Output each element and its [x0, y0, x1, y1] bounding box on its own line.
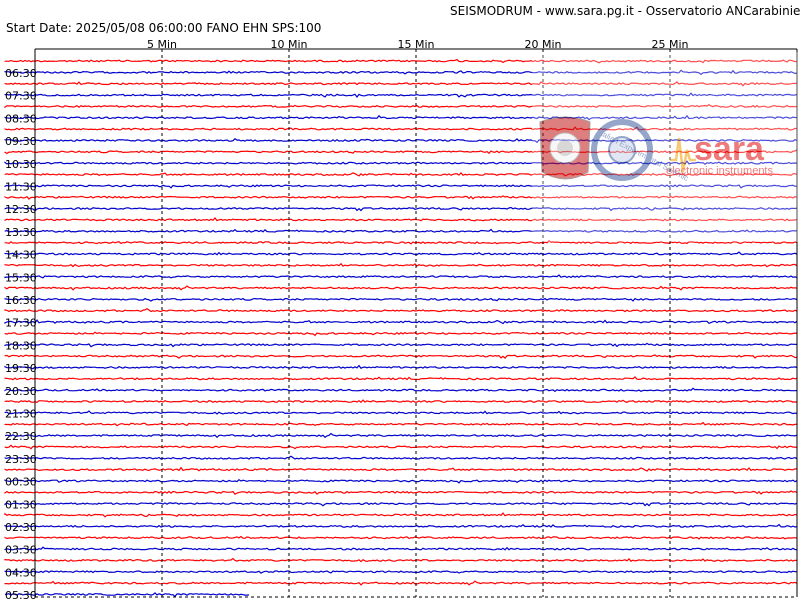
row-label-5: 10:30: [5, 158, 37, 171]
trace-line-24: [4, 331, 798, 337]
row-label-10: 15:30: [5, 271, 37, 284]
row-label-20: 01:30: [5, 498, 37, 511]
trace-line-29: [4, 387, 798, 393]
row-label-17: 22:30: [5, 430, 37, 443]
row-label-9: 14:30: [5, 249, 37, 262]
row-label-7: 12:30: [5, 203, 37, 216]
sara-watermark: sara electronic instruments Italian Expe…: [532, 52, 798, 242]
row-label-13: 18:30: [5, 339, 37, 352]
x-tick-label-5: 25 Min: [651, 38, 688, 51]
trace-line-25: [4, 342, 798, 348]
trace-line-45: [4, 570, 798, 574]
row-label-1: 06:30: [5, 67, 37, 80]
trace-line-38: [4, 490, 798, 495]
trace-line-22: [4, 307, 798, 313]
trace-line-43: [4, 546, 798, 551]
trace-line-37: [4, 478, 798, 484]
carabinieri-shield-icon: [539, 116, 591, 180]
row-label-23: 04:30: [5, 566, 37, 579]
trace-line-31: [4, 410, 798, 415]
trace-line-34: [4, 444, 798, 450]
row-label-21: 02:30: [5, 521, 37, 534]
trace-line-39: [4, 502, 798, 507]
trace-line-33: [4, 432, 798, 439]
row-label-14: 19:30: [5, 362, 37, 375]
trace-line-35: [4, 455, 798, 460]
x-tick-label-2: 10 Min: [270, 38, 307, 51]
row-label-22: 03:30: [5, 544, 37, 557]
row-label-4: 09:30: [5, 135, 37, 148]
trace-line-17: [4, 251, 798, 256]
row-label-8: 13:30: [5, 226, 37, 239]
trace-line-23: [4, 319, 798, 325]
row-label-18: 23:30: [5, 453, 37, 466]
row-label-24: 05:30: [5, 589, 37, 600]
row-label-6: 11:30: [5, 181, 37, 194]
trace-line-19: [4, 274, 798, 279]
row-label-19: 00:30: [5, 476, 37, 489]
trace-line-32: [4, 421, 798, 427]
row-label-11: 16:30: [5, 294, 37, 307]
row-label-12: 17:30: [5, 317, 37, 330]
x-tick-label-1: 5 Min: [147, 38, 177, 51]
row-label-15: 20:30: [5, 385, 37, 398]
x-tick-label-4: 20 Min: [524, 38, 561, 51]
trace-line-26: [4, 354, 798, 359]
trace-line-46: [4, 580, 798, 586]
trace-line-44: [4, 557, 798, 563]
trace-line-28: [4, 376, 798, 381]
seismogram-drum: 5 Min 10 Min 15 Min 20 Min 25 Min 06:30 07:30…: [4, 38, 798, 600]
row-label-16: 21:30: [5, 408, 37, 421]
watermark-brand: sara: [694, 130, 765, 168]
trace-line-20: [4, 285, 798, 291]
trace-line-27: [4, 364, 798, 370]
trace-line-21: [4, 297, 798, 302]
trace-line-18: [4, 262, 798, 268]
x-tick-label-3: 15 Min: [397, 38, 434, 51]
trace-line-30: [4, 399, 798, 404]
row-label-2: 07:30: [5, 90, 37, 103]
trace-line-42: [4, 535, 798, 540]
trace-line-36: [4, 466, 797, 472]
trace-line-41: [4, 523, 798, 528]
trace-line-47: [4, 592, 250, 598]
trace-line-40: [4, 512, 798, 518]
row-label-3: 08:30: [5, 112, 37, 125]
